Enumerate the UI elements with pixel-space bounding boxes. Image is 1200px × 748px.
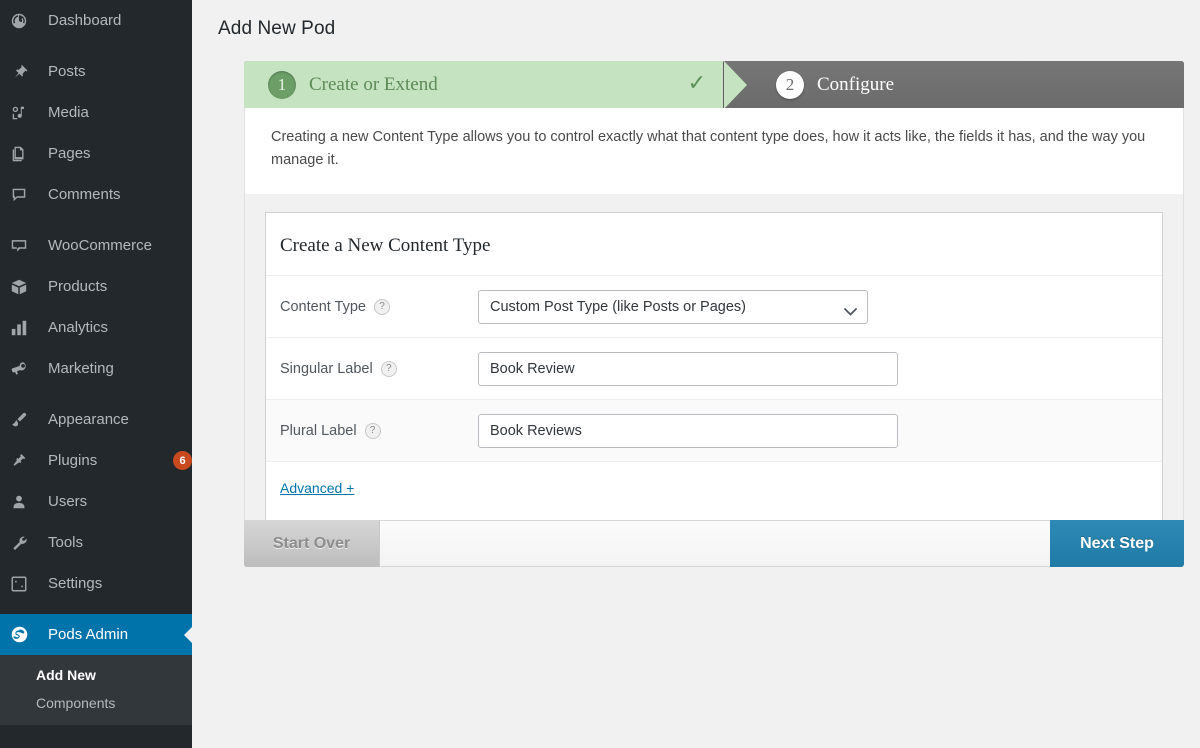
pods-admin-submenu: Add NewComponents	[0, 655, 192, 725]
field-row-content-type: Content Type ? Custom Post Type (like Po…	[266, 275, 1162, 337]
page-title: Add New Pod	[192, 0, 1200, 40]
user-icon	[10, 493, 40, 511]
field-label-text: Singular Label	[280, 361, 373, 377]
step-number-2: 2	[776, 71, 804, 99]
sidebar-item-products[interactable]: Products	[0, 266, 192, 307]
footer-spacer	[380, 521, 1050, 566]
content-type-select[interactable]: Custom Post Type (like Posts or Pages)Cu…	[478, 290, 868, 324]
sidebar-item-analytics[interactable]: Analytics	[0, 307, 192, 348]
sidebar-item-label: Appearance	[48, 411, 192, 428]
wizard-step-create-or-extend[interactable]: 1 Create or Extend ✓	[244, 61, 724, 108]
menu-separator	[0, 389, 192, 399]
sidebar-item-media[interactable]: Media	[0, 92, 192, 133]
sidebar-item-label: Products	[48, 278, 192, 295]
comment-icon	[10, 186, 40, 204]
screen: Dashboard Posts Media Pages Comments WOO WooCo…	[0, 0, 1200, 748]
wrench-icon	[10, 534, 40, 552]
sliders-icon	[10, 575, 40, 593]
wizard-body: Create a New Content Type Content Type ?…	[244, 194, 1184, 520]
wizard-footer: Start Over Next Step	[244, 520, 1184, 567]
panel-title: Create a New Content Type	[266, 213, 1162, 275]
sidebar-item-label: Dashboard	[48, 12, 192, 29]
pin-icon	[10, 63, 40, 81]
field-control-singular	[478, 352, 1162, 386]
sidebar-item-marketing[interactable]: Marketing	[0, 348, 192, 389]
svg-text:WOO: WOO	[13, 242, 25, 248]
media-icon	[10, 104, 40, 122]
start-over-button[interactable]: Start Over	[244, 520, 380, 567]
field-row-plural-label: Plural Label ?	[266, 399, 1162, 461]
sidebar-item-label: Comments	[48, 186, 192, 203]
sidebar-item-label: Pages	[48, 145, 192, 162]
step-label-2: Configure	[817, 74, 894, 96]
menu-separator	[0, 604, 192, 614]
dashboard-icon	[10, 12, 40, 30]
woo-icon: WOO	[10, 237, 40, 255]
field-row-singular-label: Singular Label ?	[266, 337, 1162, 399]
submenu-item-components[interactable]: Components	[0, 689, 192, 717]
sidebar-item-users[interactable]: Users	[0, 481, 192, 522]
box-icon	[10, 278, 40, 296]
current-menu-arrow	[184, 626, 192, 644]
next-step-button[interactable]: Next Step	[1050, 520, 1184, 567]
megaphone-icon	[10, 360, 40, 378]
sidebar-item-label: Settings	[48, 575, 192, 592]
field-label-singular: Singular Label ?	[280, 361, 478, 377]
sidebar-item-comments[interactable]: Comments	[0, 174, 192, 215]
field-label-plural: Plural Label ?	[280, 423, 478, 439]
main-content: Add New Pod 1 Create or Extend ✓ 2 Confi…	[192, 0, 1200, 748]
sidebar-item-tools[interactable]: Tools	[0, 522, 192, 563]
wizard-steps: 1 Create or Extend ✓ 2 Configure	[244, 61, 1184, 108]
sidebar-item-label: Plugins	[48, 452, 165, 469]
sidebar-item-appearance[interactable]: Appearance	[0, 399, 192, 440]
sidebar-item-label: Media	[48, 104, 192, 121]
brush-icon	[10, 411, 40, 429]
step-label-1: Create or Extend	[309, 74, 438, 96]
plugins-update-badge: 6	[173, 451, 192, 470]
singular-label-input[interactable]	[478, 352, 898, 386]
sidebar-item-plugins[interactable]: Plugins 6	[0, 440, 192, 481]
pods-wizard: 1 Create or Extend ✓ 2 Configure Creatin…	[244, 61, 1184, 567]
bar-chart-icon	[10, 319, 40, 337]
wizard-step-configure[interactable]: 2 Configure	[724, 61, 1184, 108]
pods-icon	[10, 625, 40, 644]
question-mark-icon[interactable]: ?	[374, 299, 390, 315]
sidebar-item-label: Marketing	[48, 360, 192, 377]
question-mark-icon[interactable]: ?	[365, 423, 381, 439]
field-control-plural	[478, 414, 1162, 448]
advanced-row: Advanced +	[266, 461, 1162, 520]
sidebar-item-label: Pods Admin	[48, 626, 192, 643]
sidebar-item-label: Users	[48, 493, 192, 510]
plural-label-input[interactable]	[478, 414, 898, 448]
menu-separator	[0, 41, 192, 51]
pages-icon	[10, 145, 40, 163]
field-label-text: Plural Label	[280, 423, 357, 439]
sidebar-item-label: WooCommerce	[48, 237, 192, 254]
sidebar-item-pods-admin[interactable]: Pods Admin	[0, 614, 192, 655]
field-label-text: Content Type	[280, 299, 366, 315]
sidebar-item-settings[interactable]: Settings	[0, 563, 192, 604]
sidebar-item-label: Analytics	[48, 319, 192, 336]
content-type-select-wrap: Custom Post Type (like Posts or Pages)Cu…	[478, 290, 868, 324]
sidebar-item-pages[interactable]: Pages	[0, 133, 192, 174]
admin-sidebar: Dashboard Posts Media Pages Comments WOO WooCo…	[0, 0, 192, 748]
sidebar-item-woocommerce[interactable]: WOO WooCommerce	[0, 225, 192, 266]
sidebar-item-label: Posts	[48, 63, 192, 80]
sidebar-item-label: Tools	[48, 534, 192, 551]
sidebar-item-posts[interactable]: Posts	[0, 51, 192, 92]
plug-icon	[10, 452, 40, 470]
advanced-toggle-link[interactable]: Advanced +	[280, 480, 354, 496]
submenu-item-add-new[interactable]: Add New	[0, 661, 192, 689]
field-label-content-type: Content Type ?	[280, 299, 478, 315]
field-control-content-type: Custom Post Type (like Posts or Pages)Cu…	[478, 290, 1162, 324]
check-icon: ✓	[688, 72, 706, 94]
question-mark-icon[interactable]: ?	[381, 361, 397, 377]
sidebar-item-dashboard[interactable]: Dashboard	[0, 0, 192, 41]
wizard-description: Creating a new Content Type allows you t…	[244, 108, 1184, 194]
content-type-panel: Create a New Content Type Content Type ?…	[265, 212, 1163, 520]
step-number-1: 1	[268, 71, 296, 99]
menu-separator	[0, 215, 192, 225]
